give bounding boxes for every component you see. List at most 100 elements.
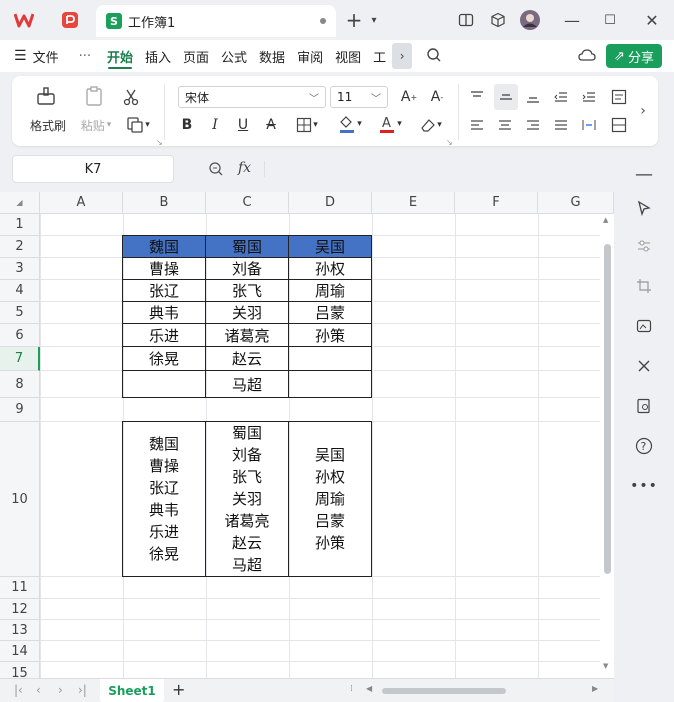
align-top-icon[interactable] [466,86,488,108]
vertical-scrollbar[interactable]: ▲ ▼ [600,214,614,676]
merged-cell-wu[interactable]: 吴国 孙权 周瑜 吕蒙 孙策 [288,421,372,577]
column-header-a[interactable]: A [40,192,123,214]
font-size-select[interactable]: 11 ﹀ [330,86,388,108]
table-cell[interactable]: 关羽 [205,301,289,324]
row-header-12[interactable]: 12 [0,599,40,620]
first-sheet-icon[interactable]: |‹ [14,683,23,697]
font-dialog-launcher-icon[interactable]: ↘ [446,138,453,147]
column-header-d[interactable]: D [289,192,372,214]
hscroll-split-icon[interactable]: ⁞ [350,684,353,694]
function-icon[interactable]: fx [238,160,251,176]
paste-icon[interactable] [82,84,106,108]
table-cell[interactable]: 孙权 [288,257,372,280]
increase-indent-icon[interactable] [578,86,600,108]
fill-color-button[interactable]: ▾ [332,112,368,136]
name-box[interactable]: K7 [12,155,174,183]
tab-home[interactable]: 开始 [101,40,139,72]
table-cell[interactable] [122,370,206,398]
tools-icon[interactable] [632,354,656,378]
select-all-corner[interactable]: ◢ [0,192,40,214]
tab-view[interactable]: 视图 [329,40,367,72]
row-header-3[interactable]: 3 [0,258,40,280]
justify-icon[interactable] [550,114,572,136]
unsaved-dot-icon[interactable] [320,18,326,24]
table-cell[interactable]: 诸葛亮 [205,323,289,347]
font-color-button[interactable]: A ▾ [372,112,408,136]
tab-insert[interactable]: 插入 [139,40,177,72]
align-right-icon[interactable] [522,114,544,136]
column-header-e[interactable]: E [372,192,455,214]
row-header-14[interactable]: 14 [0,641,40,662]
zoom-lookup-icon[interactable] [208,161,224,180]
strikethrough-button[interactable]: A [260,114,282,136]
row-header-2[interactable]: 2 [0,236,40,258]
tab-page[interactable]: 页面 [177,40,215,72]
bold-button[interactable]: B [176,114,198,136]
tab-tools[interactable]: 工 [367,40,392,72]
table-header-cell[interactable]: 魏国 [122,235,206,258]
image-edit-icon[interactable] [632,314,656,338]
row-header-1[interactable]: 1 [0,214,40,236]
row-header-10[interactable]: 10 [0,422,40,577]
scroll-left-icon[interactable]: ◀ [366,684,372,693]
crop-icon[interactable] [632,274,656,298]
minimize-icon[interactable]: — [560,8,584,32]
table-cell[interactable]: 张辽 [122,279,206,302]
scroll-right-icon[interactable]: ▶ [592,684,598,693]
row-header-4[interactable]: 4 [0,280,40,302]
adjust-sliders-icon[interactable] [632,234,656,258]
select-cursor-icon[interactable] [632,196,656,220]
table-cell[interactable]: 张飞 [205,279,289,302]
row-header-15[interactable]: 15 [0,662,40,678]
tab-list-chevron-icon[interactable]: ▾ [362,8,386,32]
column-header-c[interactable]: C [206,192,289,214]
table-cell[interactable] [288,370,372,398]
tab-formula[interactable]: 公式 [215,40,253,72]
italic-button[interactable]: I [204,114,226,136]
increase-font-icon[interactable]: A + [398,86,420,108]
wps-logo-button[interactable] [6,6,42,34]
next-sheet-icon[interactable]: › [58,683,63,697]
column-header-b[interactable]: B [123,192,206,214]
table-cell[interactable]: 吕蒙 [288,301,372,324]
underline-button[interactable]: U [232,114,254,136]
cut-icon[interactable] [120,86,142,108]
row-header-7[interactable]: 7 [0,347,40,371]
table-cell[interactable]: 孙策 [288,323,372,347]
table-header-cell[interactable]: 吴国 [288,235,372,258]
table-cell[interactable]: 乐进 [122,323,206,347]
cube-icon[interactable] [486,8,510,32]
row-header-6[interactable]: 6 [0,324,40,347]
row-header-5[interactable]: 5 [0,302,40,324]
format-painter-icon[interactable] [34,84,58,108]
formula-input[interactable] [274,155,602,183]
search-icon[interactable] [426,47,442,66]
table-header-cell[interactable]: 蜀国 [205,235,289,258]
table-cell[interactable] [288,346,372,371]
find-book-icon[interactable] [632,394,656,418]
table-cell[interactable]: 刘备 [205,257,289,280]
paste-button[interactable]: 粘贴 ▾ [74,116,118,134]
column-header-g[interactable]: G [538,192,614,214]
merge-cells-icon[interactable] [608,114,630,136]
table-cell[interactable]: 曹操 [122,257,206,280]
more-options-icon[interactable]: ••• [630,474,657,498]
more-menu[interactable]: ··· [73,40,97,72]
table-cell[interactable]: 马超 [205,370,289,398]
row-header-11[interactable]: 11 [0,577,40,599]
copy-icon[interactable]: ▾ [120,114,156,136]
wrap-text-icon[interactable] [608,86,630,108]
tab-data[interactable]: 数据 [253,40,291,72]
font-name-select[interactable]: 宋体 ﹀ [178,86,326,108]
maximize-icon[interactable]: ☐ [598,8,622,32]
share-button[interactable]: ⇗ 分享 [606,44,662,68]
align-bottom-icon[interactable] [522,86,544,108]
close-icon[interactable]: ✕ [640,8,664,32]
table-cell[interactable]: 周瑜 [288,279,372,302]
tab-review[interactable]: 审阅 [291,40,329,72]
layout-icon[interactable] [454,8,478,32]
ribbon-scroll-right-icon[interactable]: › [634,100,652,122]
sheet-tab-sheet1[interactable]: Sheet1 [100,679,164,702]
format-painter-button[interactable]: 格式刷 [26,116,70,134]
file-menu[interactable]: ☰ 文件 [0,40,65,72]
